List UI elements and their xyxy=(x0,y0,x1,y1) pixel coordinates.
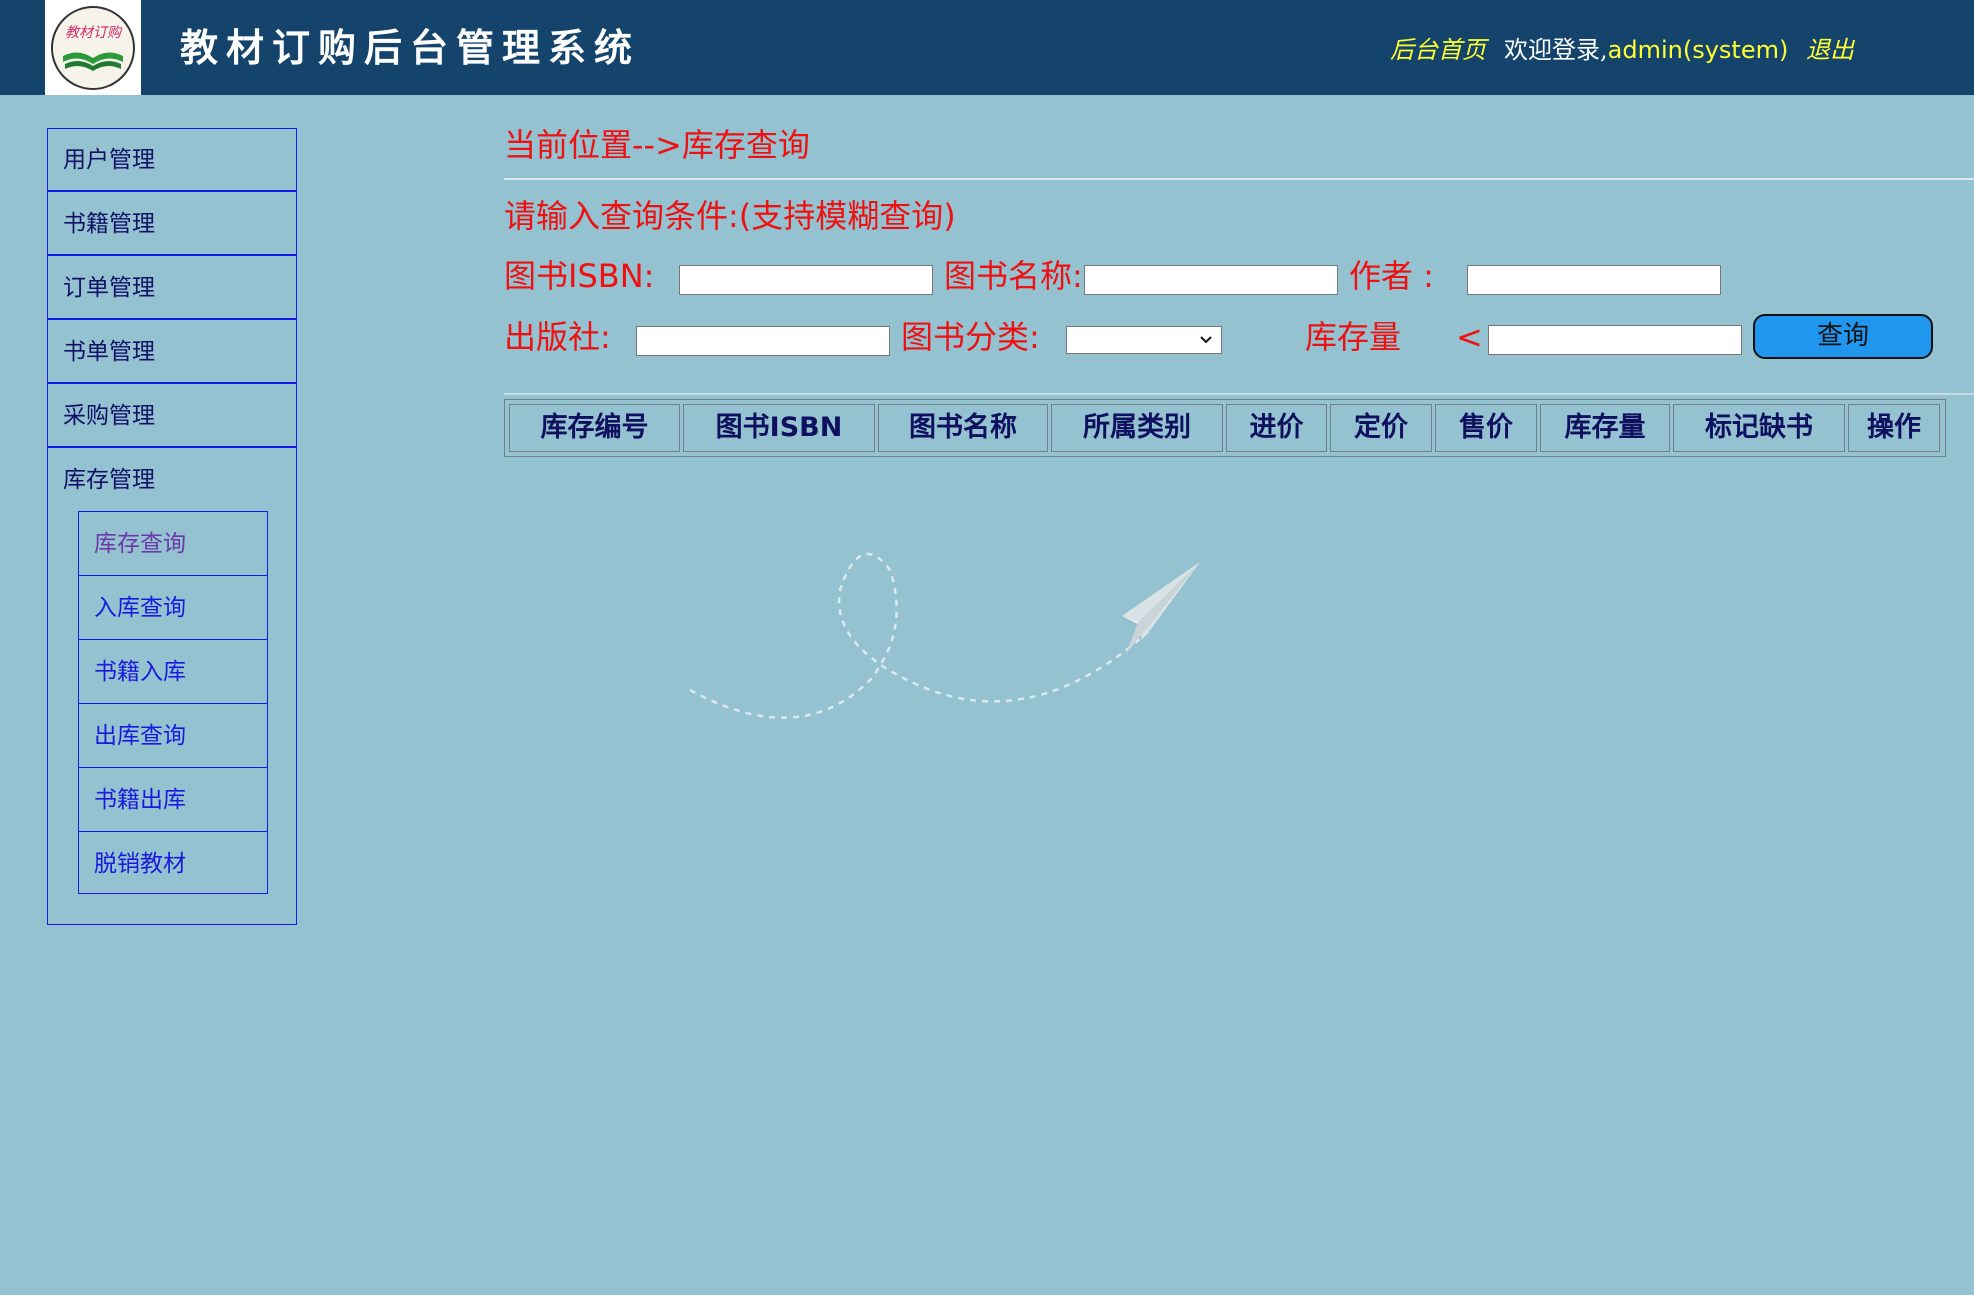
author-input[interactable] xyxy=(1467,265,1721,295)
category-select[interactable] xyxy=(1066,326,1222,354)
query-button[interactable]: 查询 xyxy=(1753,314,1933,359)
breadcrumb: 当前位置-->库存查询 xyxy=(504,126,810,164)
isbn-input[interactable] xyxy=(679,265,933,295)
inventory-submenu: 库存查询 入库查询 书籍入库 出库查询 书籍出库 脱销教材 xyxy=(78,511,268,894)
table-header-cell: 库存编号 xyxy=(509,404,680,452)
submenu-item-book-inbound[interactable]: 书籍入库 xyxy=(79,640,267,704)
submenu-item-inbound-query[interactable]: 入库查询 xyxy=(79,576,267,640)
table-header-cell: 图书名称 xyxy=(878,404,1048,452)
sidebar-item-inventory-management[interactable]: 库存管理 xyxy=(48,449,296,512)
divider xyxy=(504,178,1974,180)
table-header-cell: 定价 xyxy=(1330,404,1432,452)
app-title: 教材订购后台管理系统 xyxy=(180,25,641,70)
sidebar-item-book-management[interactable]: 书籍管理 xyxy=(48,193,296,256)
book-name-input[interactable] xyxy=(1084,265,1338,295)
table-header-cell: 标记缺书 xyxy=(1673,404,1845,452)
submenu-item-stock-query[interactable]: 库存查询 xyxy=(79,512,267,576)
table-header-cell: 库存量 xyxy=(1540,404,1670,452)
book-name-label: 图书名称: xyxy=(944,257,1083,295)
table-header-cell: 操作 xyxy=(1848,404,1940,452)
logo-emblem-icon: 教材订购 xyxy=(51,5,135,90)
sidebar-item-order-management[interactable]: 订单管理 xyxy=(48,257,296,320)
stock-label: 库存量 xyxy=(1305,318,1402,356)
submenu-item-outbound-query[interactable]: 出库查询 xyxy=(79,704,267,768)
inventory-table: 库存编号 图书ISBN 图书名称 所属类别 进价 定价 售价 库存量 标记缺书 … xyxy=(504,399,1946,457)
publisher-input[interactable] xyxy=(636,326,890,356)
sidebar-item-purchase-management[interactable]: 采购管理 xyxy=(48,385,296,448)
welcome-text: 欢迎登录, xyxy=(1504,36,1608,64)
chevron-down-icon xyxy=(1199,329,1213,353)
less-than-symbol: < xyxy=(1456,318,1483,356)
svg-text:教材订购: 教材订购 xyxy=(65,25,123,41)
submenu-item-book-outbound[interactable]: 书籍出库 xyxy=(79,768,267,832)
table-header-cell: 图书ISBN xyxy=(683,404,875,452)
sidebar-item-booklist-management[interactable]: 书单管理 xyxy=(48,321,296,384)
table-header-cell: 售价 xyxy=(1435,404,1537,452)
stock-input[interactable] xyxy=(1488,325,1742,355)
current-user: admin(system) xyxy=(1607,36,1789,64)
submenu-item-out-of-stock[interactable]: 脱销教材 xyxy=(79,832,267,896)
table-header-cell: 进价 xyxy=(1226,404,1327,452)
logout-link[interactable]: 退出 xyxy=(1806,36,1854,64)
table-header-cell: 所属类别 xyxy=(1051,404,1223,452)
isbn-label: 图书ISBN: xyxy=(504,257,655,295)
publisher-label: 出版社: xyxy=(504,318,611,356)
divider xyxy=(504,393,1974,395)
home-link[interactable]: 后台首页 xyxy=(1390,36,1486,64)
query-hint: 请输入查询条件:(支持模糊查询) xyxy=(504,197,956,235)
header-bar: 教材订购 教材订购后台管理系统 后台首页 欢迎登录,admin(system) 退… xyxy=(0,0,1974,95)
sidebar-item-user-management[interactable]: 用户管理 xyxy=(48,129,296,192)
sidebar: 用户管理 书籍管理 订单管理 书单管理 采购管理 库存管理 库存查询 入库查询 … xyxy=(47,128,297,925)
author-label: 作者 : xyxy=(1349,257,1434,295)
header-user-area: 后台首页 欢迎登录,admin(system) 退出 xyxy=(1390,32,1854,68)
logo: 教材订购 xyxy=(45,0,141,95)
paper-plane-icon xyxy=(689,552,1200,719)
category-label: 图书分类: xyxy=(901,318,1040,356)
